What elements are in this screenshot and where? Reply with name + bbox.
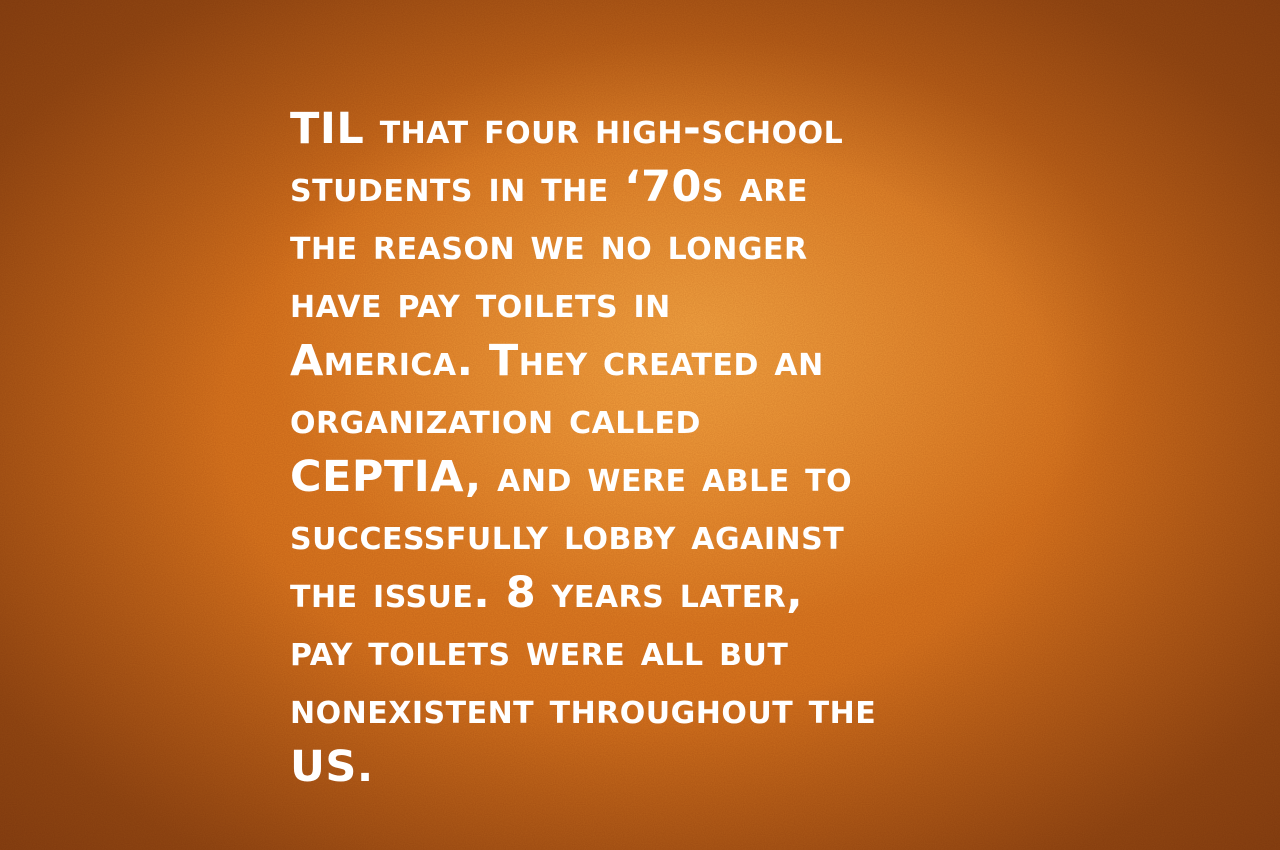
fact-line: US. — [290, 742, 374, 792]
fact-text: TIL that four high-school students in th… — [290, 100, 1010, 796]
fact-line: organization called — [290, 394, 701, 444]
fact-line: CEPTIA, and were able to — [290, 452, 853, 502]
fact-line: TIL that four high-school — [290, 104, 844, 154]
fact-line: successfully lobby against — [290, 510, 845, 560]
fact-line: have pay toilets in — [290, 278, 671, 328]
fact-line: students in the ‘70s are — [290, 162, 808, 212]
fact-line: nonexistent throughout the — [290, 684, 877, 734]
fact-line: the issue. 8 years later, — [290, 568, 804, 618]
background-canvas: TIL that four high-school students in th… — [0, 0, 1280, 850]
fact-line: the reason we no longer — [290, 220, 808, 270]
fact-line: pay toilets were all but — [290, 626, 789, 676]
fact-line: America. They created an — [290, 336, 824, 386]
